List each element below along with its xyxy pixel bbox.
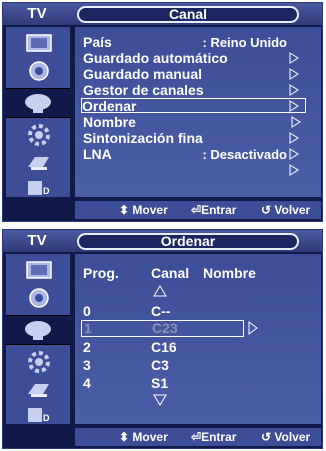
column-header-prog: Prog. — [83, 265, 119, 281]
menu-item-guardado-manual[interactable]: Guardado manual — [83, 66, 303, 96]
menu-item-value: : Reino Unido — [202, 35, 288, 50]
scroll-down-icon[interactable] — [153, 394, 167, 409]
table-row[interactable]: 4 S1 — [83, 376, 243, 391]
move-hint: ⬍ Mover — [119, 203, 168, 217]
menu-item-guardado-automatico[interactable]: Guardado automático — [83, 50, 303, 80]
updown-icon: ⬍ — [119, 430, 130, 444]
menu-item-lna[interactable]: LNA : Desactivado — [83, 146, 303, 176]
svg-text:D: D — [43, 186, 50, 196]
menu-item-pais[interactable]: País : Reino Unido — [83, 34, 303, 64]
picture-icon[interactable] — [14, 32, 64, 54]
channel-menu-screen: TV Canal D País : Reino Unido Guardado a… — [2, 2, 323, 222]
enter-hint[interactable]: ⏎Entrar — [191, 428, 236, 446]
scroll-up-icon[interactable] — [153, 285, 167, 300]
back-hint[interactable]: ↺ Volver — [261, 428, 310, 446]
enter-hint[interactable]: ⏎Entrar — [191, 201, 236, 219]
back-hint[interactable]: ↺ Volver — [261, 201, 310, 219]
menu-item-nombre[interactable]: Nombre — [83, 114, 303, 144]
tv-label: TV — [27, 5, 47, 22]
menu-title: Canal — [77, 6, 299, 23]
menu-item-label: Nombre — [83, 114, 136, 130]
setup-icon[interactable] — [14, 351, 64, 373]
sound-icon[interactable] — [14, 60, 64, 82]
digital-icon[interactable]: D — [14, 177, 64, 199]
footer-bar: ⬍ Mover ⏎Entrar ↺ Volver — [75, 201, 321, 219]
table-row[interactable]: 2 C16 — [83, 340, 243, 355]
picture-icon[interactable] — [14, 259, 64, 281]
menu-item-gestor-de-canales[interactable]: Gestor de canales — [83, 82, 303, 112]
sidebar: D — [6, 254, 70, 424]
menu-item-label: Gestor de canales — [83, 82, 204, 98]
channel-icon[interactable] — [6, 88, 70, 118]
tv-label: TV — [27, 232, 47, 249]
sound-icon[interactable] — [14, 287, 64, 309]
chevron-right-icon — [248, 321, 258, 338]
menu-item-label: Guardado automático — [83, 50, 228, 66]
chevron-right-icon — [289, 162, 301, 177]
header-bar: TV Canal — [3, 3, 322, 25]
header-bar: TV Ordenar — [3, 230, 322, 252]
table-row[interactable]: 3 C3 — [83, 358, 243, 373]
sort-menu-screen: TV Ordenar D Prog. Canal Nombre 0 C-- 1 … — [2, 229, 323, 449]
input-icon[interactable] — [14, 379, 64, 401]
menu-item-label: Guardado manual — [83, 66, 203, 82]
menu-item-value: : Desactivado — [202, 147, 287, 162]
table-row-selected[interactable]: 1 C23 — [81, 320, 244, 337]
updown-icon: ⬍ — [119, 203, 130, 217]
menu-item-label: Ordenar — [82, 98, 137, 114]
menu-item-sintonizacion-fina[interactable]: Sintonización fina — [83, 130, 303, 160]
menu-item-label: Sintonización fina — [83, 130, 203, 146]
table-row[interactable]: 0 C-- — [83, 304, 243, 319]
digital-icon[interactable]: D — [14, 404, 64, 426]
sort-list: Prog. Canal Nombre 0 C-- 1 C23 2 C16 3 C… — [75, 254, 321, 424]
channel-icon[interactable] — [6, 315, 70, 345]
menu-list: País : Reino Unido Guardado automático G… — [75, 27, 321, 197]
input-icon[interactable] — [14, 152, 64, 174]
column-header-canal: Canal — [151, 265, 190, 281]
svg-text:D: D — [43, 413, 50, 423]
footer-bar: ⬍ Mover ⏎Entrar ↺ Volver — [75, 428, 321, 446]
enter-icon: ⏎ — [191, 203, 202, 217]
sidebar: D — [6, 27, 70, 197]
column-header-nombre: Nombre — [203, 265, 256, 281]
menu-item-ordenar[interactable]: Ordenar — [81, 98, 306, 128]
enter-icon: ⏎ — [191, 430, 202, 444]
menu-title: Ordenar — [77, 233, 299, 250]
setup-icon[interactable] — [14, 124, 64, 146]
move-hint: ⬍ Mover — [119, 430, 168, 444]
menu-item-label: LNA — [83, 146, 112, 162]
return-icon: ↺ — [261, 203, 272, 217]
return-icon: ↺ — [261, 430, 272, 444]
menu-item-label: País — [83, 34, 112, 50]
